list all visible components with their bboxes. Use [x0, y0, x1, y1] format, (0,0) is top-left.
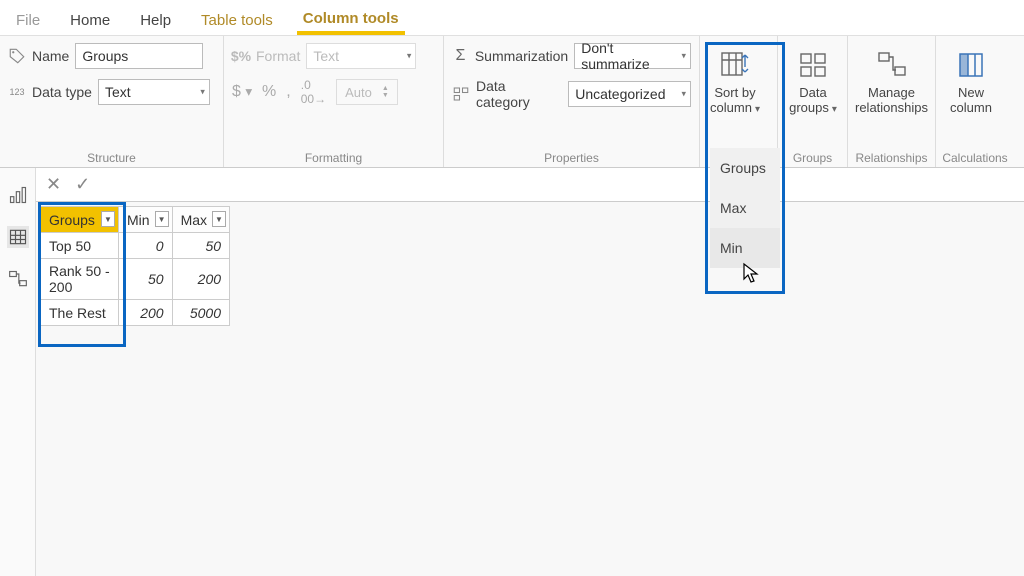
table-row[interactable]: Top 50050 [41, 233, 230, 259]
ribbon: Name Groups 123 Data type Text▾ Structur… [0, 36, 1024, 168]
commit-icon[interactable]: ✓ [75, 174, 90, 195]
col-header-min[interactable]: Min▼ [119, 207, 173, 233]
manage-relationships-button[interactable]: Manage relationships [850, 42, 933, 118]
category-icon [452, 85, 470, 103]
comma-icon[interactable]: , [286, 83, 290, 101]
sort-option-min[interactable]: Min [710, 228, 780, 268]
group-label-relationships: Relationships [850, 151, 933, 165]
group-label-groups: Groups [780, 151, 845, 165]
tag-icon [8, 47, 26, 65]
summarization-select[interactable]: Don't summarize▾ [574, 43, 691, 69]
group-label-calculations: Calculations [938, 151, 1012, 165]
sort-icon [718, 48, 752, 82]
sort-label: Sort by column [710, 86, 760, 116]
format-label: Format [256, 48, 300, 64]
data-grid: Groups▼ Min▼ Max▼ Top 50050 Rank 50 - 20… [40, 206, 230, 326]
tab-file[interactable]: File [10, 4, 46, 35]
sort-option-groups[interactable]: Groups [710, 148, 780, 188]
data-groups-icon [796, 48, 830, 82]
summarization-label: Summarization [475, 48, 568, 64]
relationships-icon [875, 48, 909, 82]
chevron-down-icon[interactable]: ▼ [101, 211, 115, 227]
percent-icon[interactable]: % [262, 83, 276, 101]
datatype-label: Data type [32, 84, 92, 100]
name-label: Name [32, 48, 69, 64]
sort-dropdown-menu: Groups Max Min [710, 148, 780, 268]
format-icon: $% [232, 47, 250, 65]
decimals-select[interactable]: Auto▲▼ [336, 79, 398, 105]
group-label-structure: Structure [8, 151, 215, 165]
group-label-properties: Properties [452, 151, 691, 165]
table-header-row: Groups▼ Min▼ Max▼ [41, 207, 230, 233]
datatype-select[interactable]: Text▾ [98, 79, 210, 105]
tab-column-tools[interactable]: Column tools [297, 2, 405, 35]
datatype-icon: 123 [8, 83, 26, 101]
col-header-groups[interactable]: Groups▼ [41, 207, 119, 233]
group-label-formatting: Formatting [232, 151, 435, 165]
menu-tabs: File Home Help Table tools Column tools [0, 0, 1024, 36]
col-header-max[interactable]: Max▼ [172, 207, 229, 233]
data-view-icon[interactable] [7, 226, 29, 248]
view-switcher [0, 168, 36, 576]
table-row[interactable]: The Rest2005000 [41, 300, 230, 326]
decimal-icon[interactable]: .000→ [301, 78, 326, 106]
sigma-icon: Σ [452, 47, 469, 65]
chevron-down-icon[interactable]: ▼ [155, 211, 169, 227]
currency-icon[interactable]: $ ▾ [232, 83, 252, 101]
new-column-label: New column [950, 86, 992, 116]
format-select[interactable]: Text▾ [306, 43, 416, 69]
cancel-icon[interactable]: ✕ [46, 174, 61, 195]
tab-help[interactable]: Help [134, 4, 177, 35]
data-groups-label: Data groups [789, 86, 837, 116]
sort-option-max[interactable]: Max [710, 188, 780, 228]
model-view-icon[interactable] [7, 268, 29, 290]
new-column-button[interactable]: New column [938, 42, 1004, 118]
table-row[interactable]: Rank 50 - 20050200 [41, 259, 230, 300]
name-input[interactable]: Groups [75, 43, 203, 69]
svg-text:123: 123 [10, 87, 25, 97]
report-view-icon[interactable] [7, 184, 29, 206]
relationships-label: Manage relationships [855, 86, 928, 116]
formula-bar: ✕ ✓ [36, 168, 1024, 202]
data-groups-button[interactable]: Data groups [780, 42, 846, 118]
datacategory-select[interactable]: Uncategorized▾ [568, 81, 691, 107]
sort-by-column-button[interactable]: Sort by column [702, 42, 768, 118]
datacategory-label: Data category [476, 78, 562, 110]
tab-home[interactable]: Home [64, 4, 116, 35]
chevron-down-icon[interactable]: ▼ [212, 211, 226, 227]
tab-table-tools[interactable]: Table tools [195, 4, 279, 35]
new-column-icon [954, 48, 988, 82]
